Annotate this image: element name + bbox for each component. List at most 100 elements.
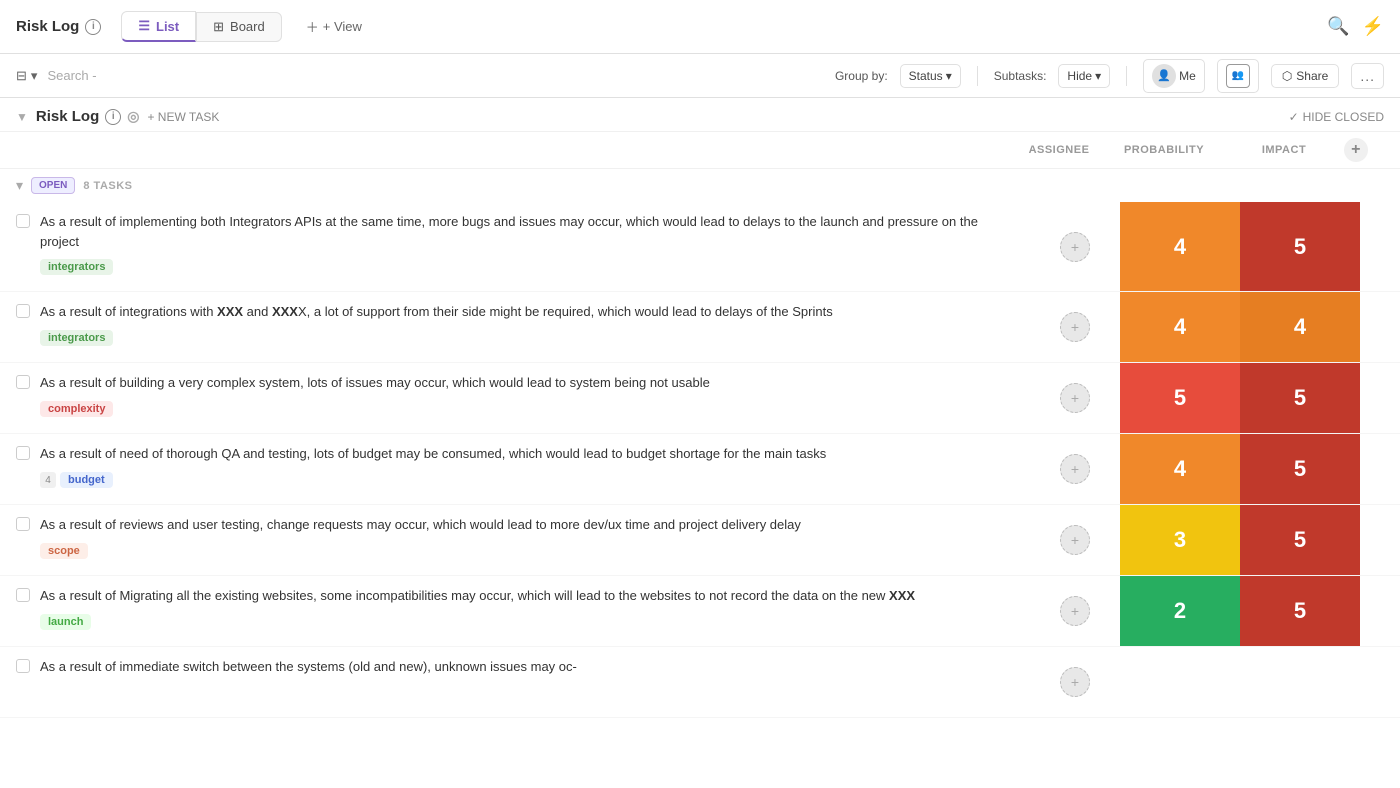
- col-header-add: +: [1344, 138, 1384, 162]
- task-checkbox[interactable]: [16, 588, 30, 602]
- assignee-avatar[interactable]: +: [1060, 525, 1090, 555]
- tag-scope[interactable]: scope: [40, 543, 88, 559]
- probability-cell[interactable]: 4: [1120, 434, 1240, 504]
- probability-cell[interactable]: 4: [1120, 202, 1240, 291]
- tag-budget[interactable]: budget: [60, 472, 113, 488]
- col-header-impact: IMPACT: [1224, 144, 1344, 156]
- task-checkbox[interactable]: [16, 375, 30, 389]
- probability-cell[interactable]: 3: [1120, 505, 1240, 575]
- group-by-label: Group by:: [835, 69, 888, 83]
- task-text: As a result of building a very complex s…: [40, 373, 1014, 393]
- task-checkbox[interactable]: [16, 517, 30, 531]
- task-row: As a result of integrations with XXX and…: [0, 292, 1400, 363]
- task-tags-row: integrators: [40, 326, 1014, 346]
- task-tags-row: integrators: [40, 255, 1014, 275]
- title-info-icon[interactable]: i: [85, 19, 101, 35]
- add-col: [1360, 576, 1400, 646]
- assignee-avatar[interactable]: +: [1060, 454, 1090, 484]
- checkmark-icon: ✓: [1289, 110, 1299, 124]
- probability-cell[interactable]: 2: [1120, 576, 1240, 646]
- filter-chevron: ▾: [31, 68, 38, 84]
- task-checkbox[interactable]: [16, 304, 30, 318]
- task-row: As a result of Migrating all the existin…: [0, 576, 1400, 647]
- add-assignee-icon: +: [1071, 239, 1079, 255]
- add-view-button[interactable]: ＋ + View: [294, 11, 374, 42]
- assignee-avatar[interactable]: +: [1060, 383, 1090, 413]
- hide-closed-button[interactable]: ✓ HIDE CLOSED: [1289, 110, 1384, 124]
- group-users-icon: 👥: [1226, 64, 1250, 88]
- impact-cell[interactable]: 5: [1240, 202, 1360, 291]
- board-icon: ⊞: [213, 19, 224, 35]
- assignee-avatar[interactable]: +: [1060, 232, 1090, 262]
- tag-launch[interactable]: launch: [40, 614, 91, 630]
- add-assignee-icon: +: [1071, 674, 1079, 690]
- new-task-button[interactable]: + NEW TASK: [147, 110, 219, 124]
- share-button[interactable]: ⬡ Share: [1271, 64, 1340, 88]
- task-assignee: +: [1030, 292, 1120, 362]
- top-bar: Risk Log i ☰ List ⊞ Board ＋ + View 🔍 ⚡: [0, 0, 1400, 54]
- task-text: As a result of reviews and user testing,…: [40, 515, 1014, 535]
- app-title: Risk Log i: [16, 18, 101, 35]
- col-header-assignee: ASSIGNEE: [1014, 144, 1104, 156]
- impact-cell[interactable]: 5: [1240, 576, 1360, 646]
- group-by-dropdown[interactable]: Status ▾: [900, 64, 961, 88]
- tag-integrators[interactable]: integrators: [40, 259, 113, 275]
- section-title: Risk Log i ◎: [36, 108, 140, 125]
- task-assignee: +: [1030, 647, 1120, 717]
- group-collapse-button[interactable]: ▾: [16, 177, 23, 194]
- subtasks-dropdown[interactable]: Hide ▾: [1058, 64, 1110, 88]
- assignee-avatar[interactable]: +: [1060, 667, 1090, 697]
- tag-complexity[interactable]: complexity: [40, 401, 113, 417]
- more-button[interactable]: ...: [1351, 63, 1384, 89]
- subtasks-label: Subtasks:: [994, 69, 1047, 83]
- chevron-down-icon: ▾: [946, 69, 952, 83]
- search-label: Search -: [47, 68, 96, 83]
- lightning-icon[interactable]: ⚡: [1362, 16, 1384, 37]
- add-col: [1360, 202, 1400, 291]
- probability-cell[interactable]: 5: [1120, 363, 1240, 433]
- group-users-button[interactable]: 👥: [1217, 59, 1259, 93]
- impact-cell[interactable]: 5: [1240, 363, 1360, 433]
- probability-cell[interactable]: [1120, 647, 1240, 717]
- section-info-icon[interactable]: i: [105, 109, 121, 125]
- assignee-avatar[interactable]: +: [1060, 596, 1090, 626]
- search-icon[interactable]: 🔍: [1327, 16, 1349, 37]
- add-assignee-icon: +: [1071, 461, 1079, 477]
- add-col: [1360, 647, 1400, 717]
- task-tags-row: launch: [40, 610, 1014, 630]
- add-column-button[interactable]: +: [1344, 138, 1368, 162]
- task-row: As a result of need of thorough QA and t…: [0, 434, 1400, 505]
- add-assignee-icon: +: [1071, 532, 1079, 548]
- col-header-probability: PROBABILITY: [1104, 144, 1224, 156]
- task-checkbox[interactable]: [16, 214, 30, 228]
- tasks-container: As a result of implementing both Integra…: [0, 202, 1400, 718]
- me-button[interactable]: 👤 Me: [1143, 59, 1205, 93]
- impact-cell[interactable]: 5: [1240, 434, 1360, 504]
- impact-cell[interactable]: [1240, 647, 1360, 717]
- task-row: As a result of building a very complex s…: [0, 363, 1400, 434]
- tab-board[interactable]: ⊞ Board: [196, 12, 282, 42]
- search-box[interactable]: Search -: [47, 68, 347, 83]
- task-checkbox[interactable]: [16, 446, 30, 460]
- add-assignee-icon: +: [1071, 390, 1079, 406]
- subtask-count-badge: 4: [40, 472, 56, 488]
- impact-cell[interactable]: 5: [1240, 505, 1360, 575]
- task-text: As a result of Migrating all the existin…: [40, 586, 1014, 606]
- chevron-down-icon-2: ▾: [1095, 69, 1101, 83]
- task-checkbox[interactable]: [16, 659, 30, 673]
- tab-list[interactable]: ☰ List: [121, 11, 196, 42]
- view-tabs: ☰ List ⊞ Board: [121, 11, 281, 42]
- plus-icon: ＋: [306, 17, 319, 36]
- assignee-avatar[interactable]: +: [1060, 312, 1090, 342]
- task-text: As a result of immediate switch between …: [40, 657, 1014, 677]
- toolbar: ⊟ ▾ Search - Group by: Status ▾ Subtasks…: [0, 54, 1400, 98]
- target-icon[interactable]: ◎: [127, 108, 139, 125]
- tasks-count: 8 TASKS: [83, 180, 132, 192]
- filter-button[interactable]: ⊟ ▾: [16, 68, 37, 84]
- task-row: As a result of immediate switch between …: [0, 647, 1400, 718]
- probability-cell[interactable]: 4: [1120, 292, 1240, 362]
- tag-integrators[interactable]: integrators: [40, 330, 113, 346]
- section-collapse-icon[interactable]: ▼: [16, 110, 28, 124]
- impact-cell[interactable]: 4: [1240, 292, 1360, 362]
- task-tags-row: scope: [40, 539, 1014, 559]
